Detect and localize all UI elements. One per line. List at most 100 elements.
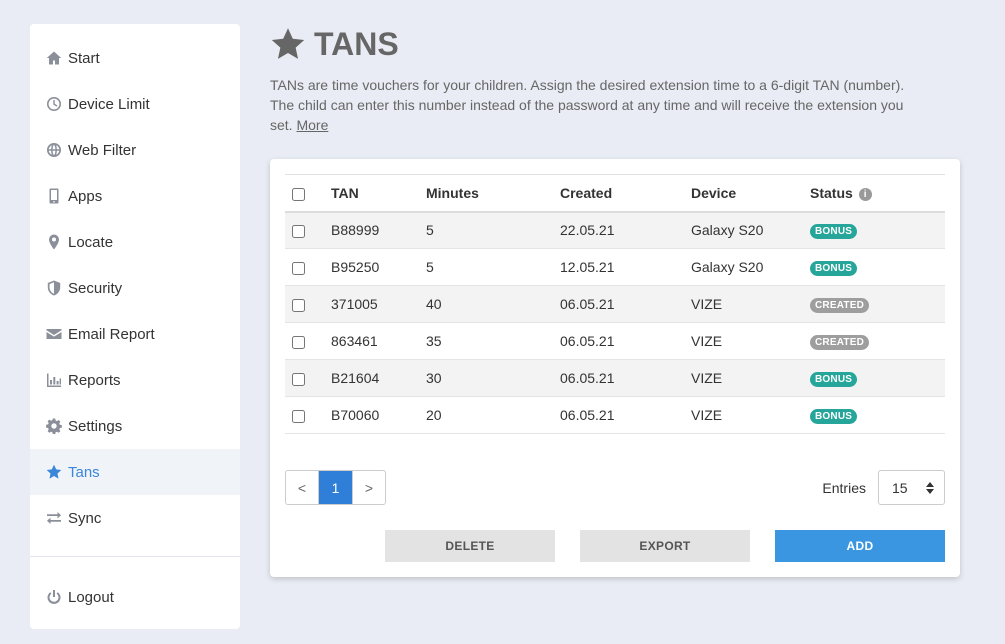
entries-label: Entries [822, 479, 866, 496]
table-row[interactable]: B21604 30 06.05.21 VIZE BONUS [285, 359, 945, 397]
page-title: TANS [270, 24, 399, 64]
sidebar: Start Device Limit Web Filter Apps Locate Sec… [30, 24, 240, 629]
status-cell: BONUS [810, 396, 945, 434]
minutes-cell: 35 [426, 322, 560, 360]
sidebar-item-start[interactable]: Start [30, 35, 240, 81]
status-badge: CREATED [810, 298, 869, 313]
row-checkbox[interactable] [292, 225, 305, 239]
sidebar-item-sync[interactable]: Sync [30, 495, 240, 541]
sidebar-item-reports[interactable]: Reports [30, 357, 240, 403]
sidebar-item-label: Email Report [68, 325, 155, 343]
column-header-device[interactable]: Device [691, 174, 810, 213]
mobile-icon [45, 187, 63, 205]
row-checkbox[interactable] [292, 372, 305, 386]
tan-cell: 371005 [331, 285, 426, 323]
table-row[interactable]: B95250 5 12.05.21 Galaxy S20 BONUS [285, 248, 945, 286]
device-cell: VIZE [691, 359, 810, 397]
status-badge: BONUS [810, 224, 858, 240]
more-link[interactable]: More [296, 117, 328, 133]
status-cell: CREATED [810, 322, 945, 360]
sync-arrows-icon [45, 509, 63, 527]
select-all-checkbox[interactable] [292, 187, 305, 201]
column-header-status-label: Status [810, 184, 853, 201]
sidebar-item-label: Tans [68, 463, 100, 481]
star-icon [45, 463, 63, 481]
pagination-next-button[interactable]: > [352, 471, 385, 504]
row-checkbox[interactable] [292, 409, 305, 423]
row-select-cell [285, 285, 331, 323]
status-cell: BONUS [810, 359, 945, 397]
sidebar-item-label: Device Limit [68, 95, 150, 113]
export-button[interactable]: EXPORT [580, 530, 750, 562]
sidebar-item-label: Logout [68, 588, 114, 606]
sidebar-item-tans[interactable]: Tans [30, 449, 240, 495]
created-cell: 12.05.21 [560, 248, 691, 286]
entries-select[interactable]: 15 [878, 470, 945, 505]
status-cell: BONUS [810, 211, 945, 249]
sidebar-item-logout[interactable]: Logout [30, 574, 240, 620]
bar-chart-icon [45, 371, 63, 389]
select-all-cell [285, 174, 331, 213]
delete-button[interactable]: DELETE [385, 530, 555, 562]
status-badge: BONUS [810, 409, 858, 424]
device-cell: VIZE [691, 285, 810, 323]
device-cell: VIZE [691, 396, 810, 434]
clock-icon [45, 95, 63, 113]
created-cell: 06.05.21 [560, 322, 691, 360]
pagination: < 1 > [285, 470, 386, 505]
row-select-cell [285, 248, 331, 286]
sidebar-item-label: Reports [68, 371, 121, 389]
sidebar-item-label: Apps [68, 187, 103, 205]
status-badge: BONUS [810, 261, 858, 276]
created-cell: 22.05.21 [560, 211, 691, 249]
column-header-tan[interactable]: TAN [331, 174, 426, 213]
sidebar-item-device-limit[interactable]: Device Limit [30, 81, 240, 127]
sidebar-item-label: Settings [68, 417, 123, 435]
sidebar-nav: Start Device Limit Web Filter Apps Locate Sec… [30, 35, 240, 541]
pagination-prev-button[interactable]: < [286, 471, 319, 504]
tan-cell: 863461 [331, 322, 426, 360]
sidebar-item-label: Web Filter [68, 141, 137, 159]
home-icon [45, 49, 63, 67]
globe-icon [45, 141, 63, 159]
created-cell: 06.05.21 [560, 359, 691, 397]
row-checkbox[interactable] [292, 261, 305, 275]
row-checkbox[interactable] [292, 298, 305, 312]
column-header-status[interactable]: Status i [810, 174, 945, 213]
minutes-cell: 20 [426, 396, 560, 434]
sidebar-item-apps[interactable]: Apps [30, 173, 240, 219]
table-row[interactable]: 863461 35 06.05.21 VIZE CREATED [285, 322, 945, 360]
sidebar-item-web-filter[interactable]: Web Filter [30, 127, 240, 173]
page-description: TANs are time vouchers for your children… [270, 75, 910, 135]
tan-cell: B70060 [331, 396, 426, 434]
add-button[interactable]: ADD [775, 530, 945, 562]
sidebar-item-email-report[interactable]: Email Report [30, 311, 240, 357]
status-cell: CREATED [810, 285, 945, 323]
envelope-icon [45, 325, 63, 343]
minutes-cell: 5 [426, 211, 560, 249]
column-header-minutes[interactable]: Minutes [426, 174, 560, 213]
sidebar-item-settings[interactable]: Settings [30, 403, 240, 449]
column-header-created[interactable]: Created [560, 174, 691, 213]
sidebar-item-locate[interactable]: Locate [30, 219, 240, 265]
star-icon [271, 28, 305, 59]
minutes-cell: 5 [426, 248, 560, 286]
device-cell: Galaxy S20 [691, 211, 810, 249]
pagination-page-1[interactable]: 1 [319, 471, 352, 504]
table-row[interactable]: B70060 20 06.05.21 VIZE BONUS [285, 396, 945, 434]
status-cell: BONUS [810, 248, 945, 286]
table-row[interactable]: 371005 40 06.05.21 VIZE CREATED [285, 285, 945, 323]
sidebar-divider [30, 556, 240, 557]
table-header-row: TAN Minutes Created Device Status i [285, 174, 945, 213]
shield-icon [45, 279, 63, 297]
minutes-cell: 40 [426, 285, 560, 323]
table-row[interactable]: B88999 5 22.05.21 Galaxy S20 BONUS [285, 211, 945, 249]
sidebar-item-security[interactable]: Security [30, 265, 240, 311]
map-marker-icon [45, 233, 63, 251]
info-icon[interactable]: i [858, 187, 872, 201]
gear-icon [45, 417, 63, 435]
row-checkbox[interactable] [292, 335, 305, 349]
tan-cell: B95250 [331, 248, 426, 286]
description-text: TANs are time vouchers for your children… [270, 77, 905, 133]
sort-arrows-icon [926, 481, 934, 494]
